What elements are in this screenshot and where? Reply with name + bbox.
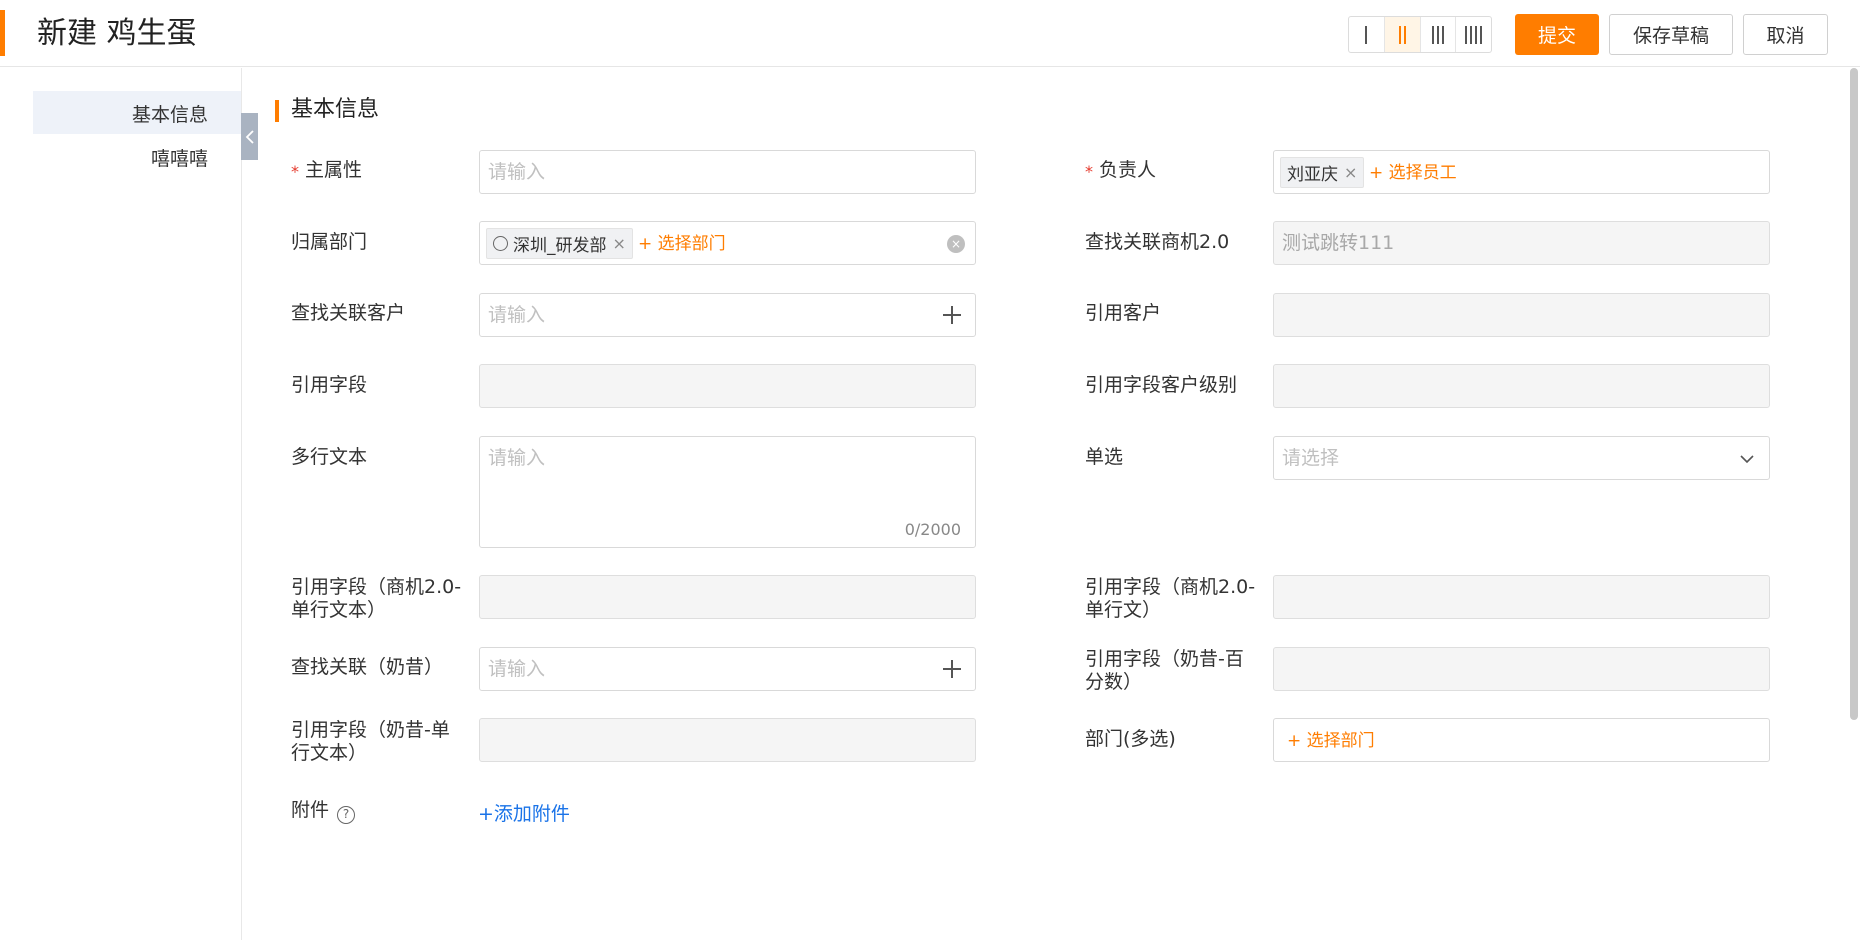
reference-field-label: 引用字段 bbox=[291, 374, 368, 396]
reference-milkshake-percent-field bbox=[1273, 647, 1770, 691]
owner-tag: 刘亚庆 × bbox=[1280, 157, 1365, 188]
department-tag-text: 深圳_研发部 bbox=[513, 236, 607, 256]
reference-opportunity-text2-field bbox=[1273, 575, 1770, 619]
required-marker: * bbox=[291, 162, 299, 181]
lookup-opportunity-label: 查找关联商机2.0 bbox=[1085, 231, 1230, 253]
reference-customer-field bbox=[1273, 293, 1770, 337]
multiline-textarea[interactable]: 请输入 0/2000 bbox=[479, 436, 976, 548]
sidebar-item-xixixi[interactable]: 嘻嘻嘻 bbox=[151, 144, 208, 171]
reference-opportunity-text-label-line1: 引用字段（商机2.0- bbox=[291, 576, 462, 598]
save-draft-button[interactable]: 保存草稿 bbox=[1609, 14, 1733, 55]
owner-tag-text: 刘亚庆 bbox=[1287, 165, 1338, 185]
three-column-icon bbox=[1431, 25, 1444, 44]
reference-milkshake-text-field bbox=[479, 718, 976, 762]
clear-icon[interactable]: × bbox=[947, 235, 965, 253]
section-nav-sidebar: 基本信息 嘻嘻嘻 bbox=[0, 68, 242, 940]
attachment-label: 附件? bbox=[291, 799, 356, 824]
lookup-milkshake-label: 查找关联（奶昔） bbox=[291, 656, 444, 678]
page-header: 新建 鸡生蛋 提交 保存草稿 取消 bbox=[0, 0, 1860, 67]
department-tag: 深圳_研发部 × bbox=[486, 228, 633, 259]
cancel-button[interactable]: 取消 bbox=[1743, 14, 1828, 55]
reference-field bbox=[479, 364, 976, 408]
chevron-down-icon bbox=[1740, 455, 1754, 464]
column-layout-toggle bbox=[1348, 16, 1492, 53]
vertical-scrollbar[interactable] bbox=[1850, 68, 1858, 720]
lookup-milkshake-placeholder: 请输入 bbox=[488, 658, 546, 680]
plus-icon[interactable] bbox=[943, 660, 961, 678]
lookup-customer-label: 查找关联客户 bbox=[291, 302, 406, 324]
main-attribute-input[interactable]: 请输入 bbox=[479, 150, 976, 194]
reference-customer-label: 引用客户 bbox=[1085, 302, 1162, 324]
submit-button[interactable]: 提交 bbox=[1515, 14, 1599, 55]
reference-customer-level-field bbox=[1273, 364, 1770, 408]
close-icon[interactable]: × bbox=[613, 234, 626, 253]
select-employee-link[interactable]: + 选择员工 bbox=[1369, 162, 1457, 184]
department-circle-icon bbox=[493, 236, 508, 251]
reference-opportunity-text-label: 引用字段（商机2.0- 单行文本） bbox=[291, 576, 461, 622]
sidebar-item-basic-info[interactable]: 基本信息 bbox=[132, 100, 208, 127]
layout-4-column-button[interactable] bbox=[1456, 17, 1491, 52]
reference-milkshake-percent-label-line2: 分数） bbox=[1085, 671, 1143, 693]
department-multi-label: 部门(多选) bbox=[1085, 728, 1176, 750]
help-icon[interactable]: ? bbox=[337, 806, 356, 824]
layout-2-column-button[interactable] bbox=[1384, 17, 1421, 52]
reference-opportunity-text2-label: 引用字段（商机2.0- 单行文） bbox=[1085, 576, 1255, 622]
four-column-icon bbox=[1465, 25, 1483, 44]
plus-icon[interactable] bbox=[943, 306, 961, 324]
department-label: 归属部门 bbox=[291, 231, 368, 253]
reference-opportunity-text2-label-line2: 单行文） bbox=[1085, 599, 1162, 621]
layout-1-column-button[interactable] bbox=[1349, 17, 1385, 52]
owner-label-text: 负责人 bbox=[1099, 159, 1157, 181]
lookup-opportunity-field: 测试跳转111 bbox=[1273, 221, 1770, 265]
reference-opportunity-text2-label-line1: 引用字段（商机2.0- bbox=[1085, 576, 1256, 598]
reference-milkshake-text-label: 引用字段（奶昔-单 行文本） bbox=[291, 719, 450, 765]
lookup-customer-placeholder: 请输入 bbox=[488, 304, 546, 326]
main-attribute-placeholder: 请输入 bbox=[488, 161, 546, 183]
chevron-left-icon bbox=[245, 129, 254, 144]
section-accent-bar bbox=[275, 100, 279, 122]
required-marker: * bbox=[1085, 162, 1093, 181]
select-department-link[interactable]: + 选择部门 bbox=[638, 233, 726, 255]
single-select-label: 单选 bbox=[1085, 446, 1124, 468]
reference-milkshake-percent-label: 引用字段（奶昔-百 分数） bbox=[1085, 648, 1244, 694]
single-select-placeholder: 请选择 bbox=[1282, 447, 1340, 469]
layout-3-column-button[interactable] bbox=[1421, 17, 1457, 52]
page-title: 新建 鸡生蛋 bbox=[37, 16, 197, 51]
close-icon[interactable]: × bbox=[1344, 163, 1357, 182]
lookup-opportunity-value: 测试跳转111 bbox=[1282, 232, 1395, 254]
header-accent-bar bbox=[0, 10, 5, 56]
lookup-milkshake-input[interactable]: 请输入 bbox=[479, 647, 976, 691]
main-attribute-label-text: 主属性 bbox=[305, 159, 363, 181]
lookup-customer-input[interactable]: 请输入 bbox=[479, 293, 976, 337]
single-select-dropdown[interactable]: 请选择 bbox=[1273, 436, 1770, 480]
multiline-placeholder: 请输入 bbox=[488, 447, 546, 469]
department-field[interactable]: 深圳_研发部 × + 选择部门 × bbox=[479, 221, 976, 265]
select-department-multi-link[interactable]: + 选择部门 bbox=[1287, 730, 1375, 752]
reference-opportunity-text-field bbox=[479, 575, 976, 619]
one-column-icon bbox=[1365, 25, 1368, 44]
character-counter: 0/2000 bbox=[904, 520, 961, 539]
add-attachment-link[interactable]: +添加附件 bbox=[478, 799, 570, 826]
multiline-text-label: 多行文本 bbox=[291, 446, 368, 468]
reference-milkshake-percent-label-line1: 引用字段（奶昔-百 bbox=[1085, 648, 1244, 670]
sidebar-collapse-button[interactable] bbox=[241, 113, 258, 160]
section-title: 基本信息 bbox=[291, 97, 380, 122]
main-attribute-label: * 主属性 bbox=[291, 159, 362, 182]
two-column-icon bbox=[1398, 25, 1406, 44]
department-multi-field[interactable]: + 选择部门 bbox=[1273, 718, 1770, 762]
attachment-label-text: 附件 bbox=[291, 799, 330, 821]
reference-opportunity-text-label-line2: 单行文本） bbox=[291, 599, 387, 621]
reference-milkshake-text-label-line1: 引用字段（奶昔-单 bbox=[291, 719, 450, 741]
reference-milkshake-text-label-line2: 行文本） bbox=[291, 742, 368, 764]
reference-customer-level-label: 引用字段客户级别 bbox=[1085, 374, 1238, 396]
owner-label: * 负责人 bbox=[1085, 159, 1156, 182]
owner-field[interactable]: 刘亚庆 × + 选择员工 bbox=[1273, 150, 1770, 194]
